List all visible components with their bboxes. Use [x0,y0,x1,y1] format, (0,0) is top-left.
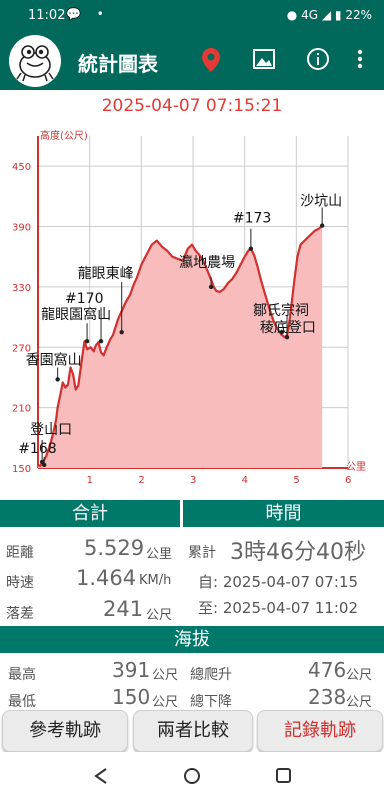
min-altitude-label: 最低 [8,694,36,710]
y-tick-label: 150 [12,464,31,475]
min-altitude-value: 150 [112,685,151,709]
track-datetime: 2025-04-07 07:15:21 [101,96,283,116]
annotation-point [319,223,325,228]
max-altitude-label: 最高 [8,667,36,683]
battery-icon: ▮ [334,8,342,22]
x-tick-label: 4 [242,475,248,486]
total-descent-value: 238 [308,685,347,709]
more-vert-icon[interactable] [352,47,368,75]
record-track-button[interactable]: 記錄軌跡 [257,710,383,752]
annotation-point [55,377,60,382]
annotation-label: #168 [18,441,56,457]
y-axis-label: 高度(公尺) [40,129,88,142]
annotation-label: 鄒氏宗祠 [253,303,309,319]
annotation-point [119,329,124,335]
min-altitude-unit: 公尺 [152,695,179,710]
distance-unit: 公里 [146,547,173,562]
info-icon[interactable] [306,47,330,75]
reference-track-button[interactable]: 參考軌跡 [2,710,128,752]
y-tick-label: 210 [12,404,31,415]
image-icon[interactable] [252,47,276,75]
alarm-icon: ● [286,8,298,22]
status-right: ● 4G ◢ ▮ 22% [287,8,372,22]
max-altitude-value: 391 [112,658,151,682]
annotation-point [42,462,47,468]
cumulative-label: 累計 [188,545,216,561]
frog-logo-icon [9,35,61,87]
speed-label: 時速 [6,575,34,591]
annotation-point [248,246,254,251]
compare-button[interactable]: 兩者比較 [133,710,253,752]
max-altitude-unit: 公尺 [152,668,179,683]
elevation-chart: 高度(公尺) 公里 1502102703303904501 2 3 4 5 6 登山口#1… [12,129,366,486]
stats-header-row: 合計 時間 [0,500,384,527]
annotation-point [208,284,214,290]
map-pin-icon[interactable] [200,46,222,78]
start-time: 自: 2025-04-07 07:15 [198,573,358,591]
battery-level: 22% [345,8,372,22]
drop-label: 落差 [6,606,34,622]
app-title: 統計圖表 [78,52,158,76]
annotation-label: #170 [65,291,103,307]
annotation-label: #173 [233,211,271,227]
y-tick-label: 450 [12,162,31,173]
annotation-label: 登山口 [30,422,72,438]
back-icon[interactable] [94,768,107,784]
annotation-point [284,335,290,340]
home-icon[interactable] [184,768,200,784]
x-tick-label: 6 [345,475,351,486]
y-tick-label: 330 [12,283,31,294]
total-climb-label: 總爬升 [190,667,232,683]
distance-value: 5.529 [84,536,145,560]
annotation-label: 稜底登口 [260,320,316,336]
total-descent-unit: 公尺 [346,695,373,710]
annotation-label: 瀛地農場 [179,254,235,271]
annotation-label: 沙坑山 [300,194,342,210]
drop-value: 241 [103,597,144,621]
system-nav-bar [0,752,384,800]
x-tick-label: 5 [293,475,299,486]
annotation-point [84,339,90,344]
total-climb-value: 476 [308,658,347,682]
time-header: 時間 [183,500,384,527]
recents-icon[interactable] [276,768,291,783]
network-label: 4G [301,8,318,22]
annotation-label: 龍眼東峰 [78,265,134,282]
x-tick-label: 3 [190,475,196,486]
total-climb-unit: 公尺 [346,668,373,683]
total-header: 合計 [0,500,180,527]
drop-unit: 公尺 [146,608,173,623]
status-time: 11:02 [28,8,66,23]
altitude-header: 海拔 [0,626,384,653]
speed-value: 1.464 [76,566,137,590]
signal-icon: ◢ [321,8,332,22]
speed-unit: KM/h [139,573,172,588]
x-tick-label: 1 [87,475,93,486]
x-tick-label: 2 [138,475,144,486]
status-bar: 11:02 💬 • ● 4G ◢ ▮ 22% [0,0,384,32]
notification-icons: 💬 • [66,7,110,21]
total-descent-label: 總下降 [190,694,232,710]
y-tick-label: 390 [12,223,31,234]
x-axis-label: 公里 [346,461,366,473]
duration-value: 3時46分40秒 [230,540,366,565]
app-bar: 統計圖表 [0,32,384,90]
end-time: 至: 2025-04-07 11:02 [198,599,358,617]
annotation-label: 香園窩山 [26,351,82,368]
distance-label: 距離 [6,545,34,561]
annotation-point [98,339,104,344]
